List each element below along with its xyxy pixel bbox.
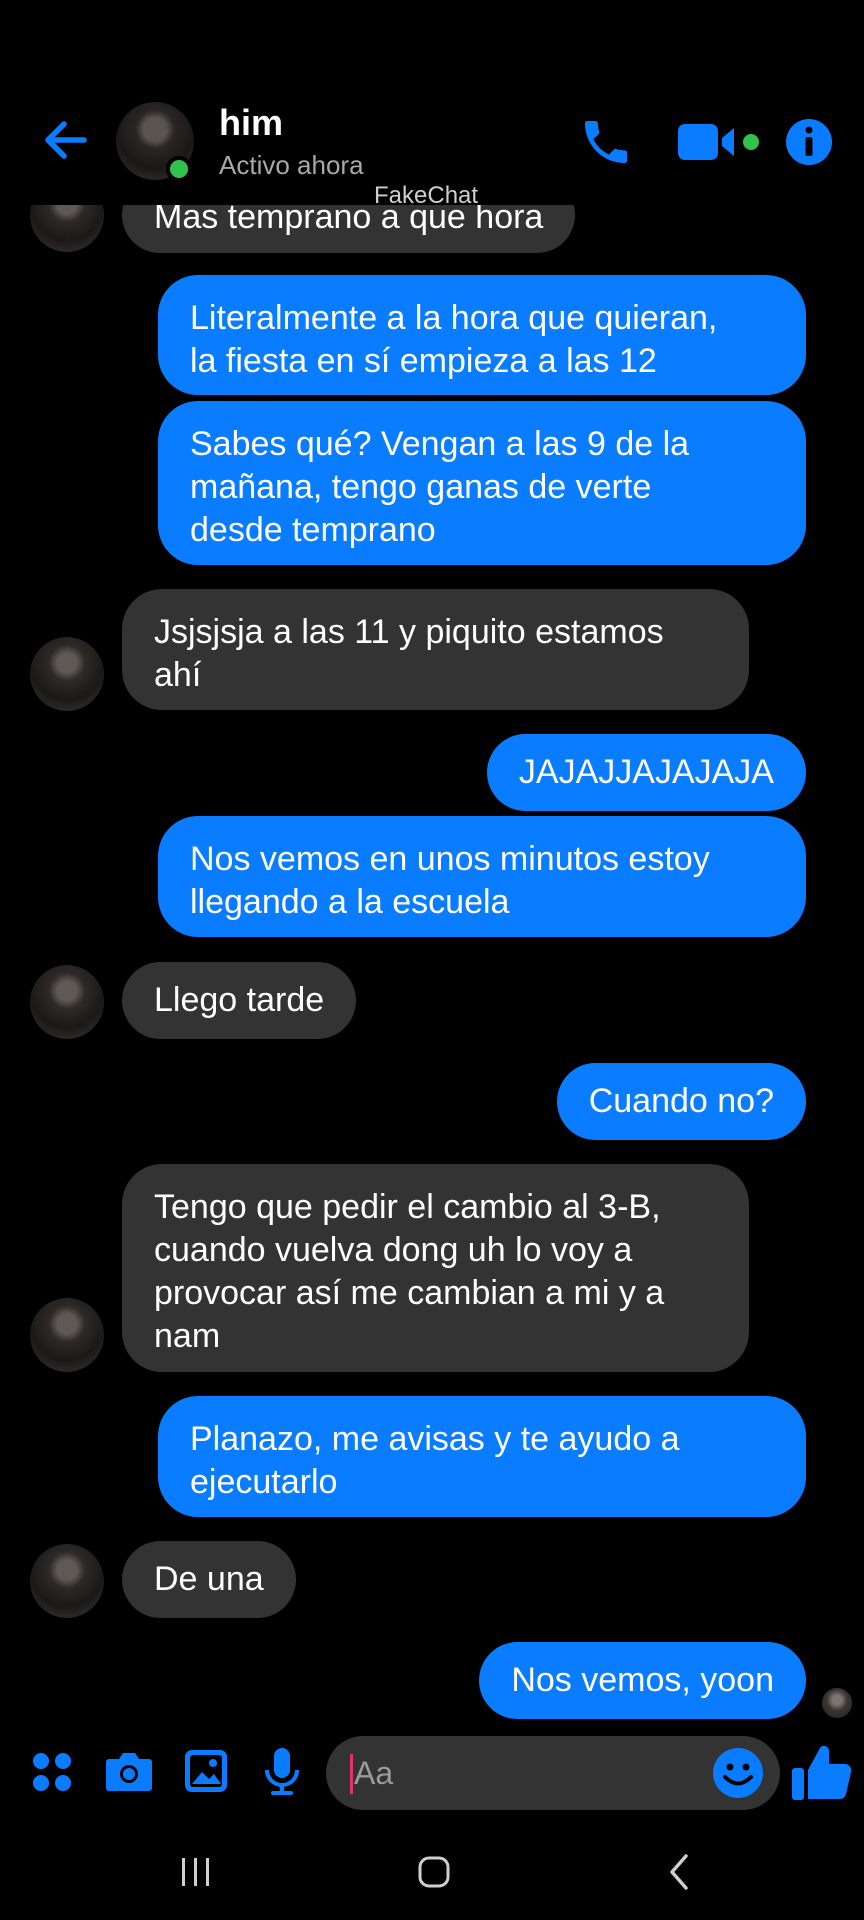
info-icon[interactable] [784, 117, 834, 167]
message-bubble-outgoing[interactable]: Sabes qué? Vengan a las 9 de la mañana, … [158, 401, 806, 565]
message-bubble-outgoing[interactable]: Nos vemos, yoon [479, 1642, 806, 1719]
seen-indicator-avatar [822, 1688, 852, 1718]
camera-icon[interactable] [104, 1747, 154, 1795]
video-camera-icon[interactable] [676, 114, 762, 170]
message-bubble-outgoing[interactable]: Nos vemos en unos minutos estoy llegando… [158, 816, 806, 937]
back-icon[interactable] [660, 1852, 700, 1892]
message-input[interactable]: Aa [326, 1736, 780, 1810]
microphone-icon[interactable] [262, 1746, 302, 1798]
contact-avatar[interactable] [30, 637, 104, 711]
message-bubble-incoming[interactable]: Jsjsjsja a las 11 y piquito estamos ahí [122, 589, 749, 710]
message-bubble-incoming[interactable]: Tengo que pedir el cambio al 3-B, cuando… [122, 1164, 749, 1372]
message-list[interactable]: Mas temprano a que hora Literalmente a l… [0, 0, 864, 1720]
watermark-text: FakeChat [374, 182, 479, 209]
text-caret [350, 1754, 353, 1794]
chat-header: him Activo ahora [0, 0, 864, 205]
contact-avatar[interactable] [30, 1298, 104, 1372]
thumbs-up-icon[interactable] [790, 1740, 854, 1804]
message-bubble-outgoing[interactable]: JAJAJJAJAJAJA [486, 734, 806, 811]
contact-avatar[interactable] [30, 1544, 104, 1618]
message-composer: Aa [0, 1722, 864, 1822]
recent-apps-icon[interactable] [176, 1852, 216, 1892]
message-bubble-outgoing[interactable]: Literalmente a la hora que quieran, la f… [158, 275, 806, 395]
contact-avatar[interactable] [30, 965, 104, 1039]
contact-status: Activo ahora [219, 150, 364, 180]
emoji-icon[interactable] [711, 1746, 765, 1800]
system-navigation-bar [0, 1822, 864, 1920]
apps-grid-icon[interactable] [30, 1750, 74, 1794]
message-bubble-incoming[interactable]: Llego tarde [122, 962, 357, 1039]
message-bubble-outgoing[interactable]: Cuando no? [556, 1063, 806, 1140]
back-arrow-icon[interactable] [38, 112, 94, 168]
message-input-placeholder: Aa [354, 1755, 394, 1791]
message-bubble-incoming[interactable]: De una [122, 1541, 296, 1618]
home-icon[interactable] [414, 1852, 454, 1892]
contact-name[interactable]: him [219, 102, 283, 144]
message-bubble-outgoing[interactable]: Planazo, me avisas y te ayudo a ejecutar… [158, 1396, 806, 1517]
phone-icon[interactable] [578, 114, 634, 170]
gallery-icon[interactable] [183, 1748, 229, 1794]
online-status-dot [166, 156, 192, 182]
